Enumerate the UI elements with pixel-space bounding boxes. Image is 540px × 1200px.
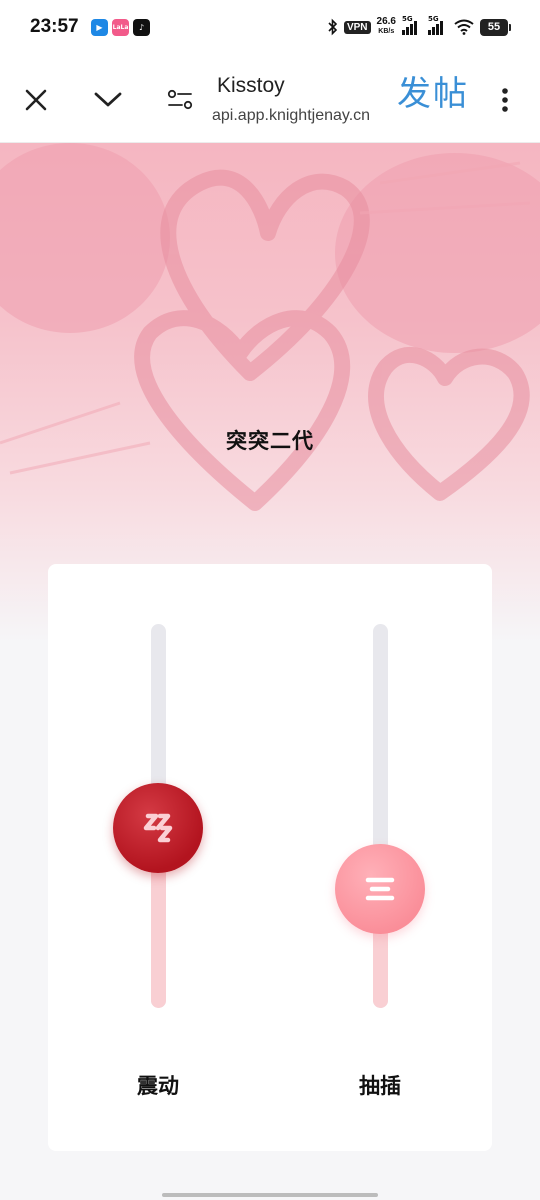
wifi-icon bbox=[454, 19, 474, 35]
net-speed-unit: KB/s bbox=[378, 28, 395, 35]
settings-sliders-icon bbox=[167, 89, 193, 110]
close-icon bbox=[25, 89, 47, 111]
tiktok-icon: ♪ bbox=[133, 19, 150, 36]
battery-icon: 55 bbox=[480, 18, 511, 36]
post-button[interactable]: 发帖 bbox=[397, 77, 469, 111]
signal-1-tag: 5G bbox=[402, 15, 413, 23]
chevron-down-icon bbox=[94, 92, 122, 107]
status-right: VPN 26.6 KB/s 5G 5G 55 bbox=[328, 15, 511, 37]
net-speed: 26.6 KB/s bbox=[377, 17, 396, 37]
page-settings-button[interactable] bbox=[160, 80, 200, 120]
net-speed-value: 26.6 bbox=[376, 16, 396, 27]
vpn-badge: VPN bbox=[343, 20, 371, 34]
thrust-lines-icon bbox=[365, 877, 395, 901]
vibrate-slider-knob[interactable] bbox=[113, 782, 203, 873]
signal-icon-1: 5G bbox=[402, 15, 422, 35]
thrust-label: 抽插 bbox=[359, 1074, 401, 1098]
notification-app-blue-icon: ▶ bbox=[91, 19, 108, 36]
vibrate-label: 震动 bbox=[137, 1074, 179, 1098]
more-vertical-icon bbox=[502, 88, 508, 112]
notification-icons: ▶ LaLa ♪ bbox=[91, 19, 150, 36]
signal-icon-2: 5G bbox=[428, 15, 448, 35]
page-url: api.app.knightjenay.cn bbox=[212, 107, 371, 124]
control-card: 震动 抽插 bbox=[48, 564, 492, 1151]
collapse-button[interactable] bbox=[88, 80, 128, 120]
notification-app-pink-icon: LaLa bbox=[112, 19, 129, 36]
more-menu-button[interactable] bbox=[485, 80, 525, 120]
page-title: Kisstoy bbox=[217, 74, 285, 97]
bluetooth-icon bbox=[328, 18, 338, 36]
vibrate-wave-icon bbox=[143, 813, 173, 842]
status-bar: 23:57 ▶ LaLa ♪ VPN 26.6 KB/s 5G 5G 55 bbox=[0, 0, 540, 58]
home-indicator[interactable] bbox=[162, 1193, 378, 1197]
signal-2-tag: 5G bbox=[428, 15, 439, 23]
close-button[interactable] bbox=[16, 80, 56, 120]
thrust-slider-knob[interactable] bbox=[335, 843, 425, 934]
thrust-slider-track[interactable] bbox=[373, 624, 388, 1008]
device-name: 突突二代 bbox=[226, 429, 314, 453]
status-time: 23:57 bbox=[30, 16, 79, 37]
